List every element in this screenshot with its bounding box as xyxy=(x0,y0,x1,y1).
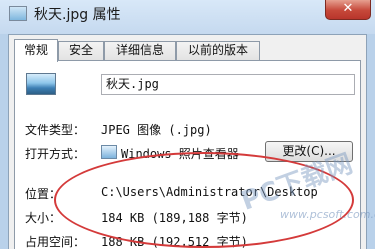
size-label: 大小： xyxy=(25,211,62,225)
close-button[interactable]: ✕ xyxy=(325,0,371,20)
location-label: 位置： xyxy=(25,187,62,201)
file-type-label: 文件类型： xyxy=(25,123,86,137)
tab-security[interactable]: 安全 xyxy=(58,41,104,60)
size-on-disk-value: 188 KB (192,512 字节) xyxy=(101,235,248,249)
open-with-value: Windows 照片查看器 xyxy=(121,147,239,161)
watermark-url: www.pcsoft.com.cn xyxy=(280,208,375,221)
title-bar[interactable]: 秋天.jpg 属性 ✕ xyxy=(0,0,375,34)
image-file-icon xyxy=(26,73,56,95)
photo-viewer-icon xyxy=(101,145,117,159)
window-title: 秋天.jpg 属性 xyxy=(34,7,121,23)
size-value: 184 KB (189,188 字节) xyxy=(101,211,248,225)
divider xyxy=(25,105,355,106)
tab-previous-versions[interactable]: 以前的版本 xyxy=(176,41,260,60)
open-with-label: 打开方式： xyxy=(25,147,86,161)
image-file-icon xyxy=(9,6,27,21)
tab-general[interactable]: 常规 xyxy=(14,39,58,62)
size-on-disk-label: 占用空间： xyxy=(25,235,86,249)
file-name-input[interactable]: 秋天.jpg xyxy=(101,74,355,95)
tab-details[interactable]: 详细信息 xyxy=(104,41,176,60)
file-type-value: JPEG 图像 (.jpg) xyxy=(101,123,212,137)
